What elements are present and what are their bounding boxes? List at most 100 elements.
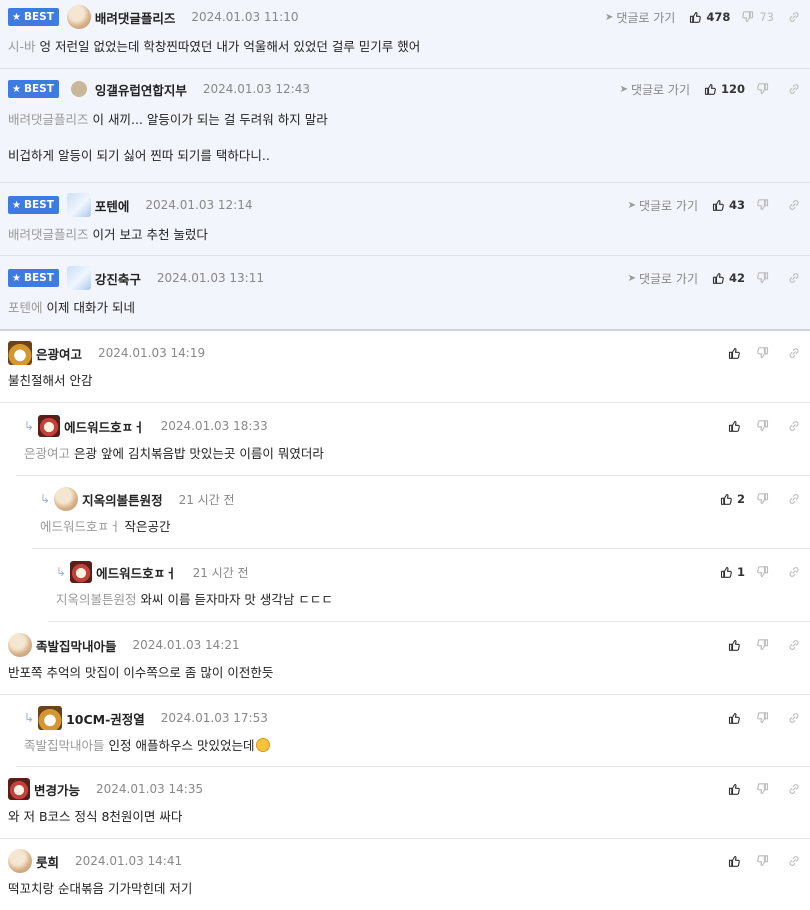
copy-link-button[interactable] bbox=[788, 199, 800, 211]
link-icon bbox=[788, 199, 800, 211]
mention[interactable]: 시-바 bbox=[8, 39, 36, 54]
like-button[interactable] bbox=[728, 347, 745, 359]
comment-author[interactable]: 잉갤유럽연합지부 bbox=[95, 80, 187, 99]
like-button[interactable] bbox=[728, 420, 745, 432]
copy-link-button[interactable] bbox=[788, 783, 800, 795]
dislike-button[interactable] bbox=[757, 712, 774, 724]
like-button[interactable]: 43 bbox=[712, 198, 745, 212]
copy-link-button[interactable] bbox=[788, 493, 800, 505]
avatar[interactable] bbox=[8, 778, 30, 800]
dislike-button[interactable] bbox=[757, 493, 774, 505]
like-button[interactable]: 2 bbox=[720, 492, 745, 506]
comment-date: 2024.01.03 14:19 bbox=[98, 346, 206, 360]
dislike-button[interactable] bbox=[757, 855, 774, 867]
dislike-button[interactable] bbox=[757, 639, 774, 651]
like-button[interactable] bbox=[728, 855, 745, 867]
like-button[interactable]: 1 bbox=[720, 565, 745, 579]
best-comment: ★ BEST 강진축구 2024.01.03 13:11 ➤ 댓글로 가기 42 포… bbox=[0, 256, 810, 331]
copy-link-button[interactable] bbox=[788, 347, 800, 359]
comment-author[interactable]: 족발집막내아들 bbox=[36, 636, 117, 655]
thumbs-up-icon bbox=[720, 566, 732, 578]
copy-link-button[interactable] bbox=[788, 11, 800, 23]
dislike-button[interactable] bbox=[757, 420, 774, 432]
star-icon: ★ bbox=[12, 83, 21, 95]
link-icon bbox=[788, 11, 800, 23]
dislike-button[interactable]: 73 bbox=[742, 10, 774, 24]
copy-link-button[interactable] bbox=[788, 420, 800, 432]
comment-author[interactable]: 에드워드호ㅍㅓ bbox=[96, 563, 177, 582]
comment-body: 떡꼬치랑 순대볶음 기가막힌데 저기 bbox=[8, 881, 193, 896]
link-icon bbox=[788, 493, 800, 505]
comment-date: 2024.01.03 11:10 bbox=[191, 10, 299, 24]
like-button[interactable]: 478 bbox=[689, 10, 730, 24]
dislike-button[interactable] bbox=[757, 566, 774, 578]
avatar[interactable] bbox=[66, 266, 91, 290]
dislike-button[interactable] bbox=[757, 199, 774, 211]
star-icon: ★ bbox=[12, 272, 21, 284]
comment-body: 배려댓글플리즈 이거 보고 추천 눌렀다 bbox=[8, 227, 208, 242]
avatar[interactable] bbox=[8, 633, 32, 657]
comment-body: 반포쪽 추억의 맛집이 이수쪽으로 좀 많이 이전한듯 bbox=[8, 665, 274, 680]
avatar[interactable] bbox=[8, 341, 32, 365]
mention[interactable]: 지옥의볼튼원정 bbox=[56, 592, 137, 607]
avatar[interactable] bbox=[38, 706, 63, 730]
mention[interactable]: 배려댓글플리즈 bbox=[8, 227, 89, 242]
copy-link-button[interactable] bbox=[788, 83, 800, 95]
comment-author[interactable]: 은광여고 bbox=[36, 344, 82, 363]
goto-comment-link[interactable]: ➤ 댓글로 가기 bbox=[628, 197, 698, 214]
mention[interactable]: 배려댓글플리즈 bbox=[8, 112, 89, 127]
dislike-button[interactable] bbox=[757, 783, 774, 795]
comment-date: 21 시간 전 bbox=[192, 565, 249, 580]
mention[interactable]: 포텐에 bbox=[8, 300, 43, 315]
best-comment: ★ BEST 배려댓글플리즈 2024.01.03 11:10 ➤ 댓글로 가기 4… bbox=[0, 0, 810, 69]
goto-comment-link[interactable]: ➤ 댓글로 가기 bbox=[605, 9, 675, 26]
comment-author[interactable]: 10CM-권정열 bbox=[66, 709, 145, 728]
avatar[interactable] bbox=[8, 849, 32, 873]
like-count: 43 bbox=[728, 198, 745, 212]
link-icon bbox=[788, 566, 800, 578]
like-count: 478 bbox=[706, 10, 731, 24]
best-comment: ★ BEST 잉갤유럽연합지부 2024.01.03 12:43 ➤ 댓글로 가기 … bbox=[0, 69, 810, 183]
thumbs-up-icon bbox=[689, 11, 701, 23]
comment-date: 2024.01.03 12:43 bbox=[202, 82, 310, 96]
avatar[interactable] bbox=[54, 487, 79, 511]
dislike-button[interactable] bbox=[757, 83, 774, 95]
copy-link-button[interactable] bbox=[788, 566, 800, 578]
comment-author[interactable]: 에드워드호ㅍㅓ bbox=[64, 417, 145, 436]
avatar[interactable] bbox=[66, 193, 91, 217]
like-button[interactable] bbox=[728, 639, 745, 651]
comment-author[interactable]: 룻희 bbox=[36, 852, 59, 871]
copy-link-button[interactable] bbox=[788, 272, 800, 284]
best-badge: ★ BEST bbox=[8, 8, 59, 26]
like-button[interactable]: 120 bbox=[704, 82, 745, 96]
copy-link-button[interactable] bbox=[788, 639, 800, 651]
comment-author[interactable]: 배려댓글플리즈 bbox=[95, 8, 176, 27]
dislike-button[interactable] bbox=[757, 272, 774, 284]
comment-body: 에드워드호ㅍㅓ 작은공간 bbox=[40, 519, 171, 534]
avatar[interactable] bbox=[38, 415, 61, 437]
copy-link-button[interactable] bbox=[788, 712, 800, 724]
mention[interactable]: 족발집막내아들 bbox=[24, 738, 105, 753]
thumbs-down-icon bbox=[757, 420, 769, 432]
reply: ↳ 10CM-권정열 2024.01.03 17:53 족발집막내아들 인정 애… bbox=[16, 695, 810, 767]
comment-author[interactable]: 변경가능 bbox=[34, 780, 80, 799]
avatar[interactable] bbox=[66, 5, 91, 29]
comment-author[interactable]: 강진축구 bbox=[95, 269, 141, 288]
avatar[interactable] bbox=[70, 81, 87, 97]
comment-author[interactable]: 지옥의볼튼원정 bbox=[82, 490, 163, 509]
dislike-button[interactable] bbox=[757, 347, 774, 359]
thumbs-down-icon bbox=[757, 639, 769, 651]
comment: 룻희 2024.01.03 14:41 떡꼬치랑 순대볶음 기가막힌데 저기 bbox=[0, 839, 810, 910]
like-button[interactable] bbox=[728, 712, 745, 724]
like-button[interactable] bbox=[728, 783, 745, 795]
mention[interactable]: 에드워드호ㅍㅓ bbox=[40, 519, 121, 534]
like-button[interactable]: 42 bbox=[712, 271, 745, 285]
comment-date: 2024.01.03 14:21 bbox=[132, 638, 240, 652]
comment-author[interactable]: 포텐에 bbox=[95, 196, 130, 215]
goto-comment-link[interactable]: ➤ 댓글로 가기 bbox=[620, 81, 690, 98]
link-icon bbox=[788, 83, 800, 95]
avatar[interactable] bbox=[70, 561, 93, 583]
copy-link-button[interactable] bbox=[788, 855, 800, 867]
mention[interactable]: 은광여고 bbox=[24, 446, 70, 461]
goto-comment-link[interactable]: ➤ 댓글로 가기 bbox=[628, 270, 698, 287]
